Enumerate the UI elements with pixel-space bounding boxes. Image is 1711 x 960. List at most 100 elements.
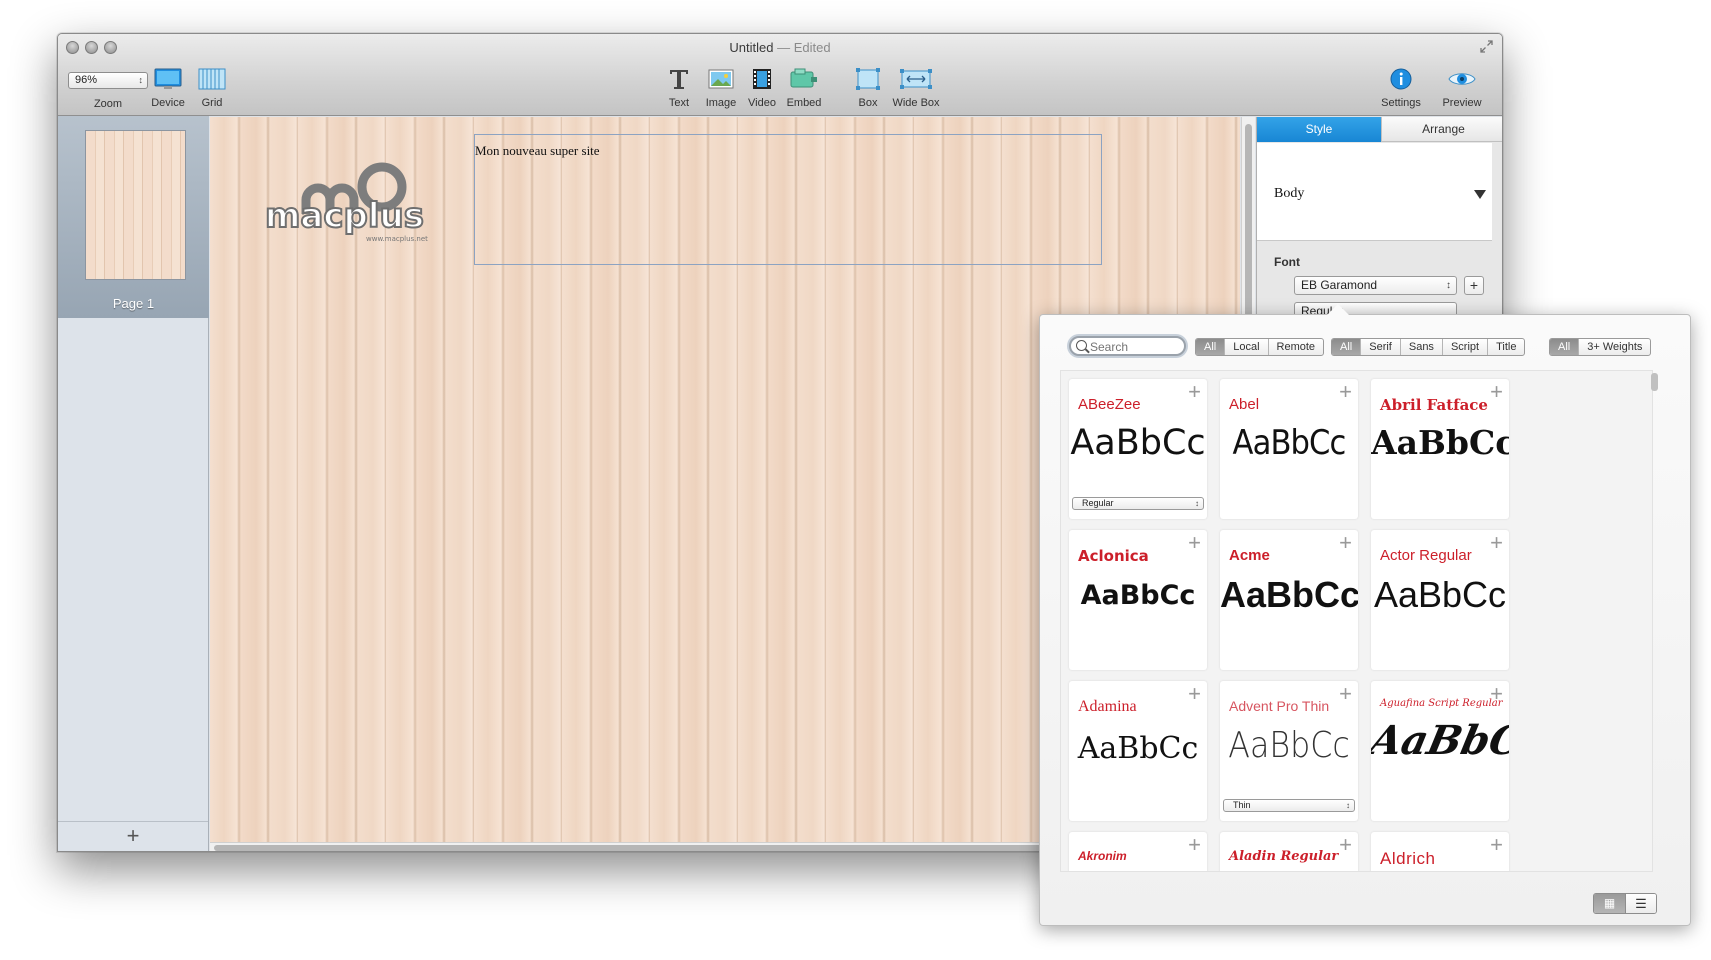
embed-tool[interactable]: Embed [782, 67, 826, 109]
window-title: Untitled — Edited [58, 40, 1502, 55]
font-name: ABeeZee [1078, 396, 1141, 413]
font-card-abeezee[interactable]: ABeeZee + AaBbCc Regular [1069, 379, 1207, 519]
device-label: Device [151, 97, 185, 109]
filter-weight-all[interactable]: All [1550, 339, 1579, 355]
plus-icon[interactable]: + [1339, 681, 1352, 707]
font-family-select[interactable]: EB Garamond [1294, 276, 1457, 295]
font-card-aladin[interactable]: Aladin Regular + [1220, 832, 1358, 871]
list-view-icon[interactable]: ☰ [1624, 894, 1656, 913]
wide-box-icon [889, 67, 943, 93]
info-icon [1377, 67, 1425, 93]
font-card-aguafina-script[interactable]: Aguafina Script Regular + AaBbCc [1371, 681, 1509, 821]
grid-columns-icon [192, 67, 232, 93]
font-search-field[interactable] [1069, 336, 1186, 356]
plus-icon[interactable]: + [1490, 530, 1503, 556]
plus-icon[interactable]: + [1490, 832, 1503, 858]
plus-icon[interactable]: + [1188, 379, 1201, 405]
filter-category-title[interactable]: Title [1487, 339, 1524, 355]
page-thumbnail[interactable] [85, 130, 186, 280]
fullscreen-icon[interactable] [1480, 40, 1494, 54]
plus-icon[interactable]: + [1188, 530, 1201, 556]
add-page-button[interactable]: + [58, 821, 208, 851]
filter-category-serif[interactable]: Serif [1360, 339, 1400, 355]
font-weight-select[interactable]: Regular [1294, 302, 1457, 314]
text-box-content[interactable]: Mon nouveau super site [475, 143, 600, 159]
plus-icon[interactable]: + [1339, 530, 1352, 556]
image-icon [703, 67, 739, 93]
logo-url: www.macplus.net [366, 235, 428, 243]
search-icon [1076, 340, 1087, 351]
font-weight-dropdown[interactable]: Regular [1072, 497, 1204, 510]
font-sample: AaBbCc [1228, 725, 1350, 766]
font-name: Aladin Regular [1229, 849, 1339, 864]
category-filter: All Serif Sans Script Title [1331, 338, 1526, 356]
tab-arrange[interactable]: Arrange [1381, 117, 1502, 142]
font-sample: AaBbCc [1371, 717, 1509, 764]
title-bar: Untitled — Edited 96% Zoom Device Grid T… [58, 34, 1502, 116]
text-label: Text [668, 97, 690, 109]
source-filter: All Local Remote [1195, 338, 1325, 356]
filter-source-remote[interactable]: Remote [1267, 339, 1324, 355]
font-name: Akronim [1078, 849, 1127, 863]
zoom-select[interactable]: 96% [68, 72, 148, 89]
font-card-actor[interactable]: Actor Regular + AaBbCc [1371, 530, 1509, 670]
font-card-abril-fatface[interactable]: Abril Fatface + AaBbCc [1371, 379, 1509, 519]
video-label: Video [748, 97, 776, 109]
text-tool[interactable]: Text [662, 67, 696, 109]
font-card-aldrich[interactable]: Aldrich + [1371, 832, 1509, 871]
font-card-advent-pro-thin[interactable]: Advent Pro Thin + AaBbCc Thin [1220, 681, 1358, 821]
font-card-abel[interactable]: Abel + AaBbCc [1220, 379, 1358, 519]
page-label: Page 1 [112, 296, 155, 311]
filter-category-all[interactable]: All [1332, 339, 1361, 355]
eye-icon [1438, 67, 1486, 93]
filter-source-local[interactable]: Local [1224, 339, 1267, 355]
font-name: Aldrich [1380, 849, 1436, 868]
edited-status: Edited [793, 40, 831, 55]
image-tool[interactable]: Image [703, 67, 739, 109]
plus-icon[interactable]: + [1339, 832, 1352, 858]
page-list-item[interactable]: Page 1 [58, 116, 209, 318]
paragraph-style-selector[interactable]: Body [1257, 143, 1492, 241]
font-sample: AaBbCc [1220, 574, 1358, 615]
filter-category-script[interactable]: Script [1441, 339, 1487, 355]
zoom-label: Zoom [93, 98, 123, 110]
filter-weight-3plus[interactable]: 3+ Weights [1578, 339, 1650, 355]
tab-style[interactable]: Style [1257, 117, 1381, 142]
font-sample: AaBbCc [1373, 574, 1507, 615]
device-tool[interactable]: Device [142, 67, 194, 109]
font-heading: Font [1274, 255, 1300, 269]
font-sample: AaBbCc [1232, 423, 1347, 463]
wide-box-tool[interactable]: Wide Box [889, 67, 943, 109]
wide-box-label: Wide Box [892, 97, 940, 109]
filter-category-sans[interactable]: Sans [1399, 339, 1442, 355]
video-tool[interactable]: Video [744, 67, 780, 109]
box-tool[interactable]: Box [853, 67, 883, 109]
image-label: Image [705, 97, 737, 109]
add-font-button[interactable]: + [1464, 276, 1484, 295]
grid-view-icon[interactable]: ▦ [1594, 894, 1625, 913]
filter-source-all[interactable]: All [1196, 339, 1225, 355]
popover-arrow [1327, 304, 1349, 315]
font-grid-scroll-thumb[interactable] [1651, 373, 1658, 391]
plus-icon[interactable]: + [1490, 681, 1503, 707]
font-card-adamina[interactable]: Adamina + AaBbCc [1069, 681, 1207, 821]
font-card-akronim[interactable]: Akronim + [1069, 832, 1207, 871]
grid-tool[interactable]: Grid [192, 67, 232, 109]
plus-icon[interactable]: + [1188, 681, 1201, 707]
macplus-logo[interactable]: macplus www.macplus.net [262, 159, 452, 251]
triangle-down-icon[interactable] [1474, 190, 1486, 199]
plus-icon[interactable]: + [1188, 832, 1201, 858]
font-weight-dropdown[interactable]: Thin [1223, 799, 1355, 812]
weight-filter: All 3+ Weights [1549, 338, 1652, 356]
font-name: Acme [1229, 547, 1270, 564]
settings-tool[interactable]: Settings [1377, 67, 1425, 109]
plus-icon[interactable]: + [1490, 379, 1503, 405]
font-card-acme[interactable]: Acme + AaBbCc [1220, 530, 1358, 670]
font-search-input[interactable] [1090, 339, 1182, 354]
preview-tool[interactable]: Preview [1438, 67, 1486, 109]
font-card-aclonica[interactable]: Aclonica + AaBbCc [1069, 530, 1207, 670]
plus-icon[interactable]: + [1339, 379, 1352, 405]
text-t-icon [662, 67, 696, 93]
text-box[interactable]: Mon nouveau super site [474, 134, 1102, 265]
embed-label: Embed [786, 97, 822, 109]
